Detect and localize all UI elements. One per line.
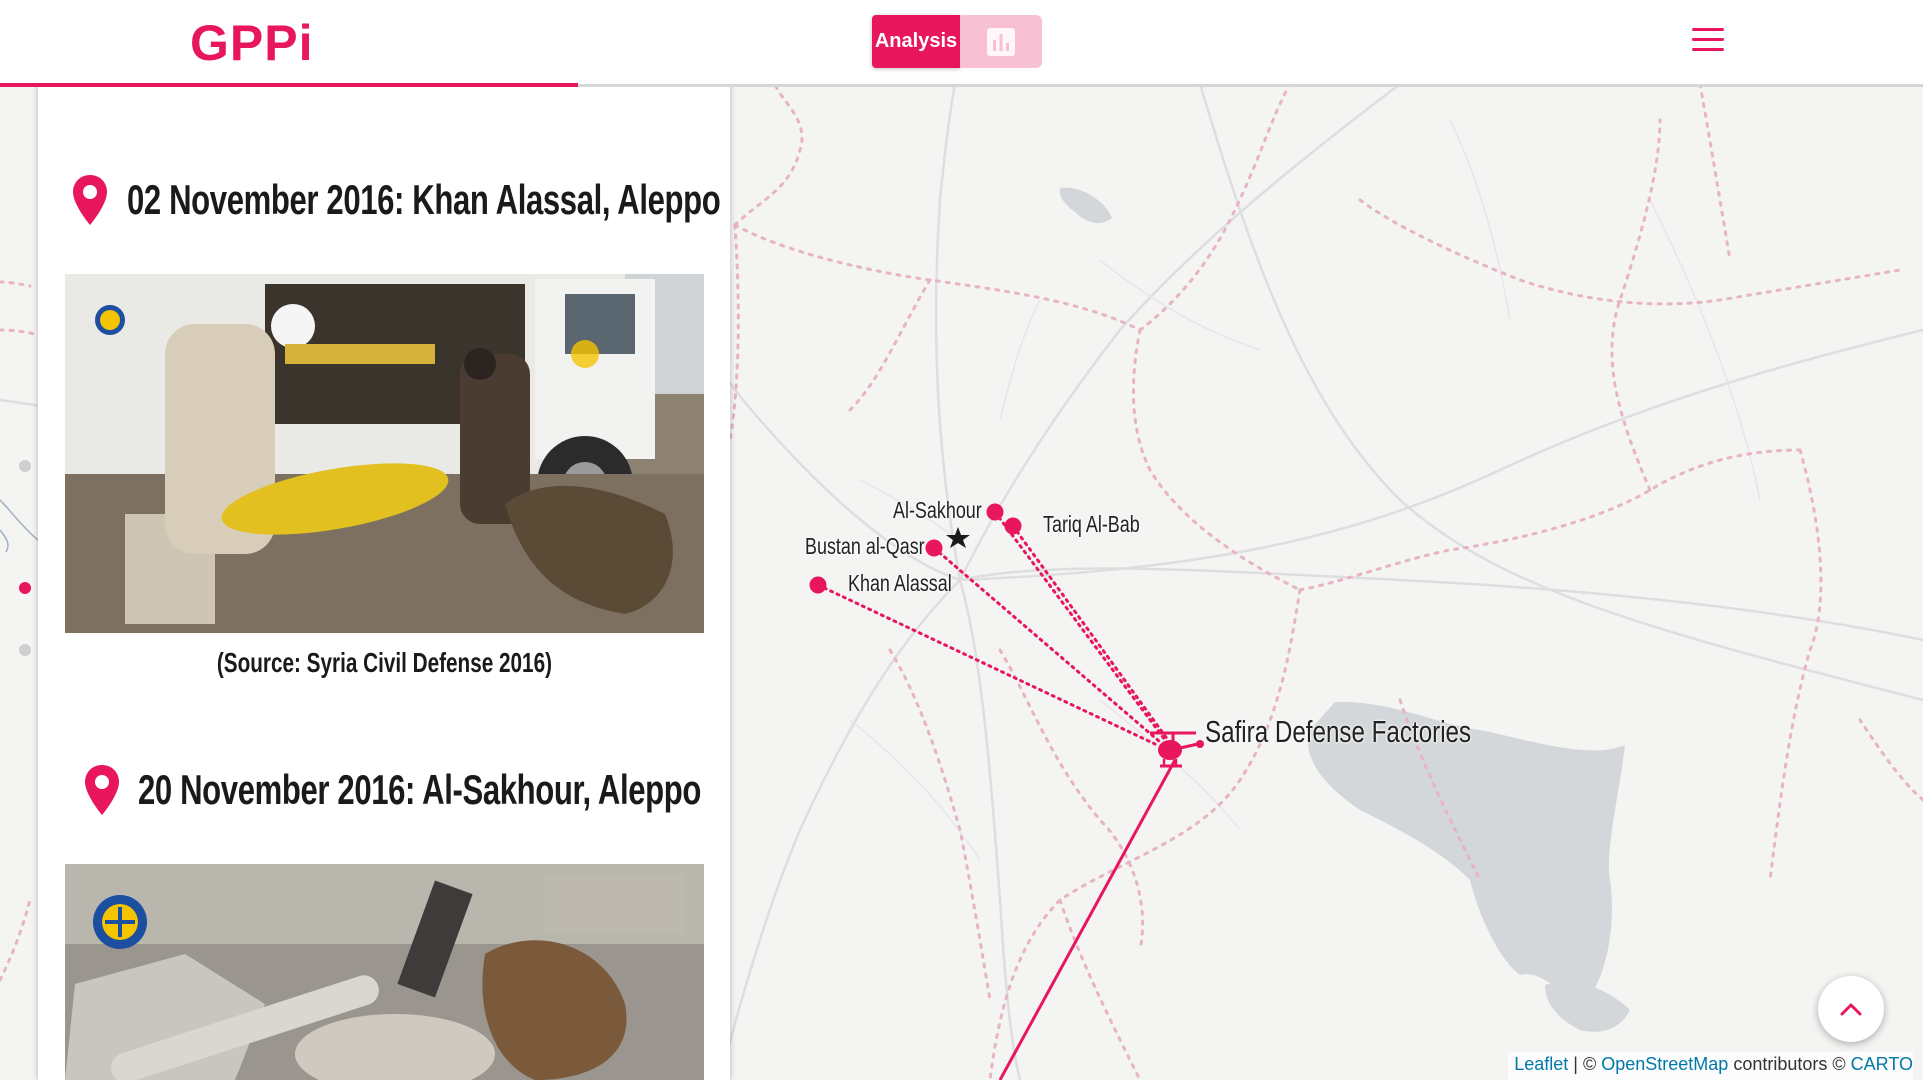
story-nav-dot[interactable] [19,460,31,472]
target-marker-khan-alassal [809,576,827,594]
lake-water [1059,187,1112,224]
chevron-up-icon [1840,1003,1862,1016]
event-title: 20 November 2016: Al-Sakhour, Aleppo [138,766,702,813]
map-label-origin: Safira Defense Factories [1205,714,1472,749]
map-label-khan-alassal: Khan Alassal [848,570,952,596]
map-label-tariq-al-bab: Tariq Al-Bab [1043,511,1140,537]
story-nav-dot-active[interactable] [19,582,31,594]
attack-route-line [993,510,1167,742]
gppi-logo[interactable]: GPPi [190,14,313,72]
view-toggle: Analysis [872,15,1042,68]
carto-link[interactable]: CARTO [1851,1054,1913,1074]
target-marker-bustan-al-qasr [925,539,943,557]
reading-progress-bar [0,83,578,87]
attack-route-line [932,546,1162,744]
openstreetmap-link[interactable]: OpenStreetMap [1601,1054,1728,1074]
location-pin-icon [85,765,119,815]
lake-water [1545,981,1630,1032]
attack-route-line [1011,524,1170,742]
map-attribution: Leaflet | © OpenStreetMap contributors ©… [1508,1052,1913,1080]
attribution-separator: | © [1568,1054,1602,1074]
attribution-contributors: contributors © [1728,1054,1851,1074]
leaflet-link[interactable]: Leaflet [1514,1054,1568,1074]
location-pin-icon [73,175,107,225]
city-star-icon [946,527,970,548]
attack-route-line [998,759,1177,1080]
chart-tab-button[interactable] [960,15,1042,68]
event-title: 02 November 2016: Khan Alassal, Aleppo [127,176,721,223]
helicopter-icon [1150,731,1204,768]
analysis-tab-button[interactable]: Analysis [872,15,960,68]
map-label-bustan-al-qasr: Bustan al-Qasr [805,533,925,559]
photo-caption: (Source: Syria Civil Defense 2016) [216,647,552,678]
bar-chart-icon [987,27,1015,56]
attack-route-line [816,583,1157,746]
event-photo [65,864,704,1080]
story-nav-dot[interactable] [19,644,31,656]
target-marker-tariq-al-bab [1004,517,1022,535]
top-header: GPPi Analysis [0,0,1923,87]
scroll-to-top-button[interactable] [1818,976,1884,1042]
hamburger-menu-icon[interactable] [1692,28,1724,54]
map-label-al-sakhour: Al-Sakhour [893,497,982,523]
target-marker-al-sakhour [986,503,1004,521]
story-panel[interactable]: 02 November 2016: Khan Alassal, Aleppo (… [38,84,730,1080]
event-photo [65,274,704,633]
